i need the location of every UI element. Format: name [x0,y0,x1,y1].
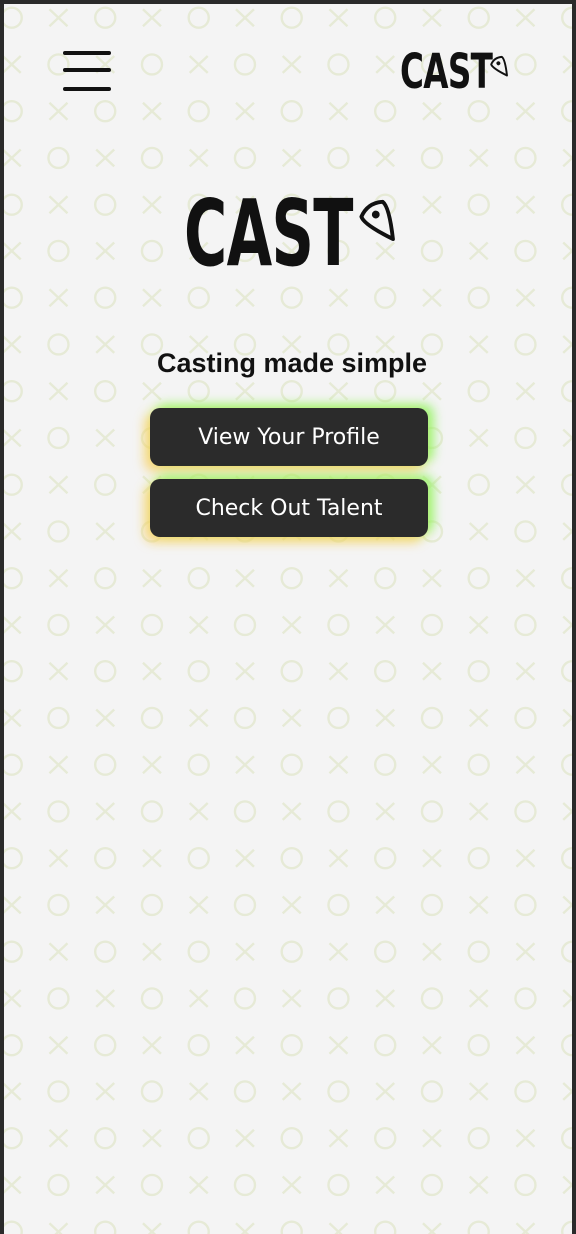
header-logo-text: CAST [400,44,493,100]
menu-bar [63,51,111,55]
hero-logo-text: CAST [184,180,353,287]
view-profile-button[interactable]: View Your Profile [150,408,428,466]
hero-logo: CAST [184,180,410,287]
tagline: Casting made simple [156,348,428,378]
guitar-pick-icon [490,55,508,77]
app-screen: CAST CAST Casting made simple View Your … [4,4,572,1234]
menu-bar [63,68,111,72]
header-logo[interactable]: CAST [400,48,516,98]
guitar-pick-icon [359,199,395,241]
check-out-talent-button[interactable]: Check Out Talent [150,479,428,537]
menu-bar [63,87,111,91]
hamburger-menu-icon[interactable] [60,48,114,94]
